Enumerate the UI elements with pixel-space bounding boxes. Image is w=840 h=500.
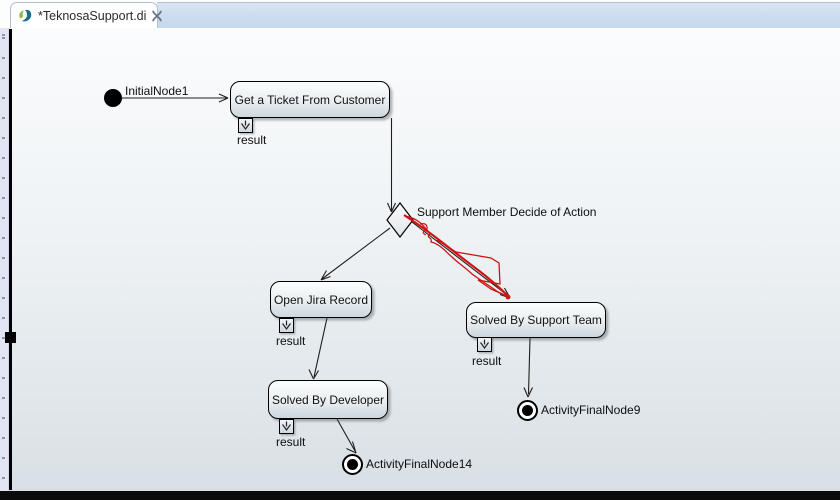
tab-teknosasupport[interactable]: *TeknosaSupport.di bbox=[10, 2, 163, 28]
output-pin-solved-support[interactable] bbox=[477, 337, 492, 352]
action-label: Get a Ticket From Customer bbox=[234, 92, 386, 107]
pin-label: result bbox=[276, 435, 306, 449]
decision-node[interactable] bbox=[386, 202, 414, 238]
edge-get-ticket-to-decision[interactable] bbox=[386, 118, 397, 213]
action-label: Open Jira Record bbox=[273, 292, 369, 307]
edge-solved-developer-to-final14[interactable] bbox=[336, 418, 357, 454]
editor-tab-bar: *TeknosaSupport.di bbox=[0, 0, 840, 29]
pin-arrow-icon bbox=[480, 339, 489, 350]
decision-label: Support Member Decide of Action bbox=[417, 205, 597, 219]
output-pin-open-jira[interactable] bbox=[279, 318, 294, 333]
pin-label: result bbox=[276, 334, 306, 348]
action-solved-developer[interactable]: Solved By Developer bbox=[268, 380, 388, 419]
output-pin-get-ticket[interactable] bbox=[238, 118, 253, 133]
action-get-ticket[interactable]: Get a Ticket From Customer bbox=[230, 81, 390, 118]
edge-solved-support-to-final9[interactable] bbox=[523, 337, 533, 398]
tab-close-icon[interactable] bbox=[151, 9, 163, 23]
action-open-jira[interactable]: Open Jira Record bbox=[270, 281, 372, 318]
pin-arrow-icon bbox=[282, 421, 291, 432]
output-pin-solved-developer[interactable] bbox=[279, 419, 294, 434]
final-node-dot bbox=[347, 459, 358, 470]
action-label: Solved By Support Team bbox=[470, 313, 602, 327]
action-label: Solved By Developer bbox=[271, 392, 385, 407]
initial-node[interactable] bbox=[104, 89, 122, 107]
tab-bar-filler bbox=[157, 2, 840, 29]
action-solved-support[interactable]: Solved By Support Team bbox=[466, 302, 606, 338]
tab-title: *TeknosaSupport.di bbox=[38, 8, 147, 23]
activity-final-node-14[interactable] bbox=[342, 454, 363, 475]
final-node-label: ActivityFinalNode9 bbox=[541, 403, 641, 417]
pin-label: result bbox=[237, 133, 267, 147]
pin-label: result bbox=[472, 354, 502, 368]
pin-arrow-icon bbox=[241, 120, 250, 131]
edge-open-jira-to-solved-developer[interactable] bbox=[308, 317, 328, 380]
final-node-dot bbox=[522, 405, 533, 416]
pin-arrow-icon bbox=[282, 320, 291, 331]
papyrus-icon bbox=[17, 8, 33, 24]
initial-node-label: InitialNode1 bbox=[125, 84, 189, 98]
bottom-bar bbox=[0, 491, 840, 500]
activity-final-node-9[interactable] bbox=[517, 400, 538, 421]
diagram-canvas[interactable]: InitialNode1 Get a Ticket From Customer … bbox=[0, 28, 840, 491]
edge-decision-to-open-jira[interactable] bbox=[320, 227, 391, 281]
final-node-label: ActivityFinalNode14 bbox=[366, 457, 473, 471]
